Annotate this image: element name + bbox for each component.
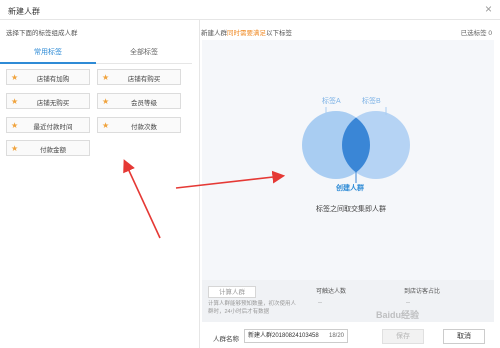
heading-prefix: 新建人群: [201, 30, 227, 37]
tag-label: 会员等级: [131, 100, 157, 107]
reachable-count-label: 可触达人数: [316, 289, 347, 295]
calculate-hint: 计算人群能够预知数量，初次使用人群时，24小时后才有数据: [208, 301, 297, 315]
tag-label: 店铺无购买: [36, 100, 70, 107]
heading-suffix: 以下标签: [266, 30, 292, 37]
save-button[interactable]: 保存: [382, 329, 424, 344]
tag-label: 店铺有加购: [36, 76, 70, 83]
tag-panel-heading: 选择下面的标签组成人群: [6, 30, 78, 37]
tag-payment-count[interactable]: ★ 付款次数: [97, 117, 181, 133]
venn-caption: 标签之间取交集即人群: [316, 206, 386, 213]
calculate-crowd-button[interactable]: 计算人群: [208, 286, 256, 298]
tag-tabs: 常用标签 全部标签: [0, 42, 192, 64]
visitor-ratio-value: --: [406, 300, 410, 306]
venn-diagram: [302, 107, 410, 183]
crowd-name-label: 人群名称: [213, 336, 239, 343]
tag-label: 付款金额: [40, 147, 66, 154]
close-icon[interactable]: ×: [485, 2, 492, 16]
tag-label: 店铺有购买: [127, 76, 161, 83]
heading-warning: 同时需要满足: [227, 30, 266, 37]
tag-label: 付款次数: [131, 124, 157, 131]
dialog-title: 新建人群: [8, 7, 40, 16]
title-bar: 新建人群 ×: [0, 0, 500, 20]
tab-all-tags[interactable]: 全部标签: [96, 42, 192, 64]
crowd-name-input[interactable]: 新建人群20180824103458 18/20: [244, 329, 348, 343]
cancel-button[interactable]: 取消: [443, 329, 485, 344]
tag-last-payment-time[interactable]: ★ 最近付款时间: [6, 117, 90, 133]
crowd-rule-heading: 新建人群同时需要满足以下标签: [201, 27, 292, 37]
crowd-name-char-count: 18/20: [328, 333, 344, 339]
tag-store-purchased[interactable]: ★ 店铺有购买: [97, 69, 181, 85]
venn-label-b: 标签B: [362, 98, 381, 105]
visitor-ratio-label: 到店访客占比: [404, 289, 441, 295]
selected-label: 已选标签: [460, 30, 487, 37]
selected-tags-count: 已选标签 0: [461, 27, 492, 37]
tag-store-add-cart[interactable]: ★ 店铺有加购: [6, 69, 90, 85]
new-crowd-dialog: 新建人群 × 选择下面的标签组成人群 常用标签 全部标签 ★ 店铺有加购 ★ 店…: [0, 0, 500, 348]
selected-number: 0: [488, 30, 492, 37]
watermark-logo: Baidu经验: [376, 310, 420, 320]
tag-label: 最近付款时间: [33, 124, 73, 131]
tag-store-not-purchased[interactable]: ★ 店铺无购买: [6, 93, 90, 109]
venn-label-a: 标签A: [322, 98, 341, 105]
tag-member-level[interactable]: ★ 会员等级: [97, 93, 181, 109]
tag-payment-amount[interactable]: ★ 付款金额: [6, 140, 90, 156]
tab-common-tags[interactable]: 常用标签: [0, 42, 96, 64]
crowd-name-value: 新建人群20180824103458: [248, 333, 319, 339]
create-crowd-label: 创建人群: [336, 185, 364, 192]
reachable-count-value: --: [318, 300, 322, 306]
